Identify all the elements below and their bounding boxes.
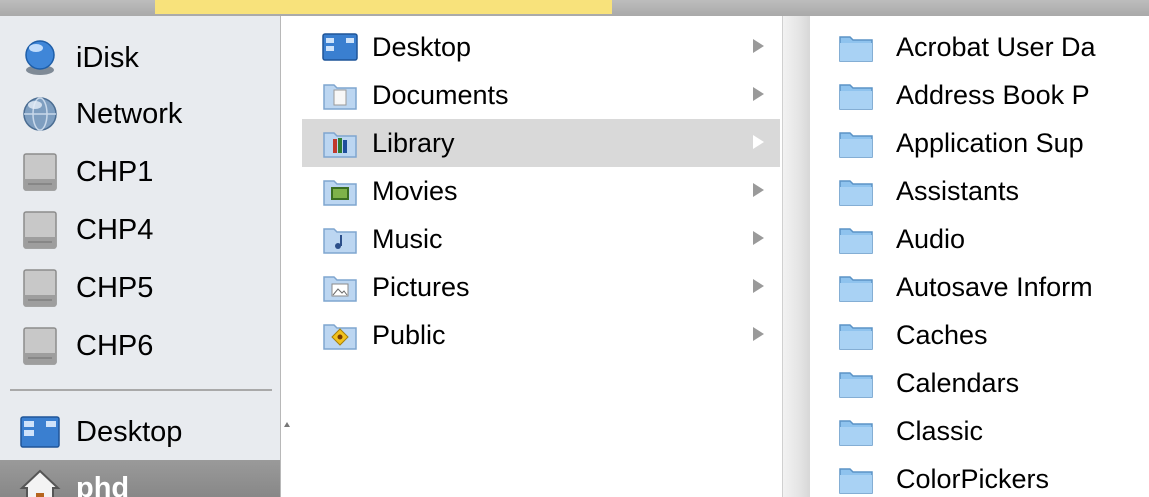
list-item[interactable]: Public (302, 311, 780, 359)
list-item-label: Documents (372, 79, 509, 110)
idisk-icon (18, 36, 62, 80)
sidebar-item-label: CHP4 (76, 213, 154, 246)
list-item[interactable]: Assistants (810, 167, 1149, 215)
list-item[interactable]: Library (302, 119, 780, 167)
disclosure-arrow-icon (753, 231, 764, 245)
hard-drive-icon (18, 208, 62, 252)
list-item[interactable]: Application Sup (810, 119, 1149, 167)
highlight-tab (155, 0, 612, 14)
disclosure-arrow-icon (753, 279, 764, 293)
disclosure-arrow-icon (753, 87, 764, 101)
list-item[interactable]: Acrobat User Da (810, 23, 1149, 71)
sidebar-item-label: CHP6 (76, 329, 154, 362)
list-item[interactable]: Pictures (302, 263, 780, 311)
sidebar-item-phd[interactable]: phd (0, 460, 280, 497)
library-folder-icon (322, 125, 358, 161)
folder-icon (838, 269, 874, 305)
list-item[interactable]: Address Book P (810, 71, 1149, 119)
desktop-icon (18, 410, 62, 454)
hard-drive-icon (18, 324, 62, 368)
sidebar-item-label: iDisk (76, 41, 139, 74)
column-browser-1: Desktop Documents Library Movies Music P… (292, 16, 782, 497)
music-folder-icon (322, 221, 358, 257)
disclosure-arrow-icon (753, 327, 764, 341)
sidebar: iDisk Network CHP1 CHP4 CHP5 CHP6 Deskto… (0, 16, 281, 497)
finder-window: iDisk Network CHP1 CHP4 CHP5 CHP6 Deskto… (0, 0, 1149, 497)
sidebar-item-chp4[interactable]: CHP4 (0, 202, 280, 258)
sidebar-item-network[interactable]: Network (0, 86, 280, 142)
list-item-label: Music (372, 223, 443, 254)
sidebar-item-desktop[interactable]: Desktop (0, 404, 280, 460)
list-item-label: Movies (372, 175, 458, 206)
list-item-label: Desktop (372, 31, 472, 62)
sidebar-item-label: Network (76, 97, 183, 130)
list-item[interactable]: Audio (810, 215, 1149, 263)
sidebar-divider (10, 389, 272, 391)
public-folder-icon (322, 317, 358, 353)
column-browser-2: Acrobat User Da Address Book P Applicati… (810, 16, 1149, 497)
documents-folder-icon (322, 77, 358, 113)
movies-folder-icon (322, 173, 358, 209)
list-item[interactable]: Music (302, 215, 780, 263)
sidebar-item-label: CHP1 (76, 155, 154, 188)
sidebar-item-chp6[interactable]: CHP6 (0, 318, 280, 374)
list-item[interactable]: Documents (302, 71, 780, 119)
folder-icon (838, 317, 874, 353)
list-item-label: Assistants (896, 175, 1020, 206)
folder-icon (838, 221, 874, 257)
list-item[interactable]: Calendars (810, 359, 1149, 407)
sidebar-item-label: Desktop (76, 415, 183, 448)
folder-icon (838, 365, 874, 401)
disclosure-arrow-icon (753, 39, 764, 53)
list-item-label: Public (372, 319, 446, 350)
disclosure-arrow-icon (753, 135, 764, 149)
sidebar-item-chp5[interactable]: CHP5 (0, 260, 280, 316)
column-resize-handle[interactable] (282, 418, 292, 432)
list-item[interactable]: Caches (810, 311, 1149, 359)
folder-icon (838, 77, 874, 113)
hard-drive-icon (18, 150, 62, 194)
list-item-label: Library (372, 127, 455, 158)
folder-icon (838, 413, 874, 449)
list-item-label: Audio (896, 223, 966, 254)
list-item[interactable]: Movies (302, 167, 780, 215)
sidebar-item-label: CHP5 (76, 271, 154, 304)
list-item-label: Calendars (896, 367, 1020, 398)
list-item-label: Classic (896, 415, 984, 446)
list-item-label: Autosave Inform (896, 271, 1093, 302)
list-item[interactable]: Desktop (302, 23, 780, 71)
list-item-label: Acrobat User Da (896, 31, 1096, 62)
network-icon (18, 92, 62, 136)
list-item[interactable]: ColorPickers (810, 455, 1149, 497)
folder-icon (838, 125, 874, 161)
sidebar-item-chp1[interactable]: CHP1 (0, 144, 280, 200)
folder-icon (838, 461, 874, 497)
list-item-label: Application Sup (896, 127, 1084, 158)
sidebar-item-label: phd (76, 471, 130, 497)
folder-icon (838, 173, 874, 209)
sidebar-item-idisk[interactable]: iDisk (0, 30, 280, 86)
desktop-folder-icon (322, 29, 358, 65)
list-item-label: Pictures (372, 271, 470, 302)
home-icon (18, 466, 62, 497)
hard-drive-icon (18, 266, 62, 310)
folder-icon (838, 29, 874, 65)
pictures-folder-icon (322, 269, 358, 305)
list-item-label: Address Book P (896, 79, 1090, 110)
column-separator[interactable] (782, 16, 811, 497)
list-item[interactable]: Classic (810, 407, 1149, 455)
disclosure-arrow-icon (753, 183, 764, 197)
list-item-label: Caches (896, 319, 988, 350)
list-item-label: ColorPickers (896, 463, 1050, 494)
list-item[interactable]: Autosave Inform (810, 263, 1149, 311)
